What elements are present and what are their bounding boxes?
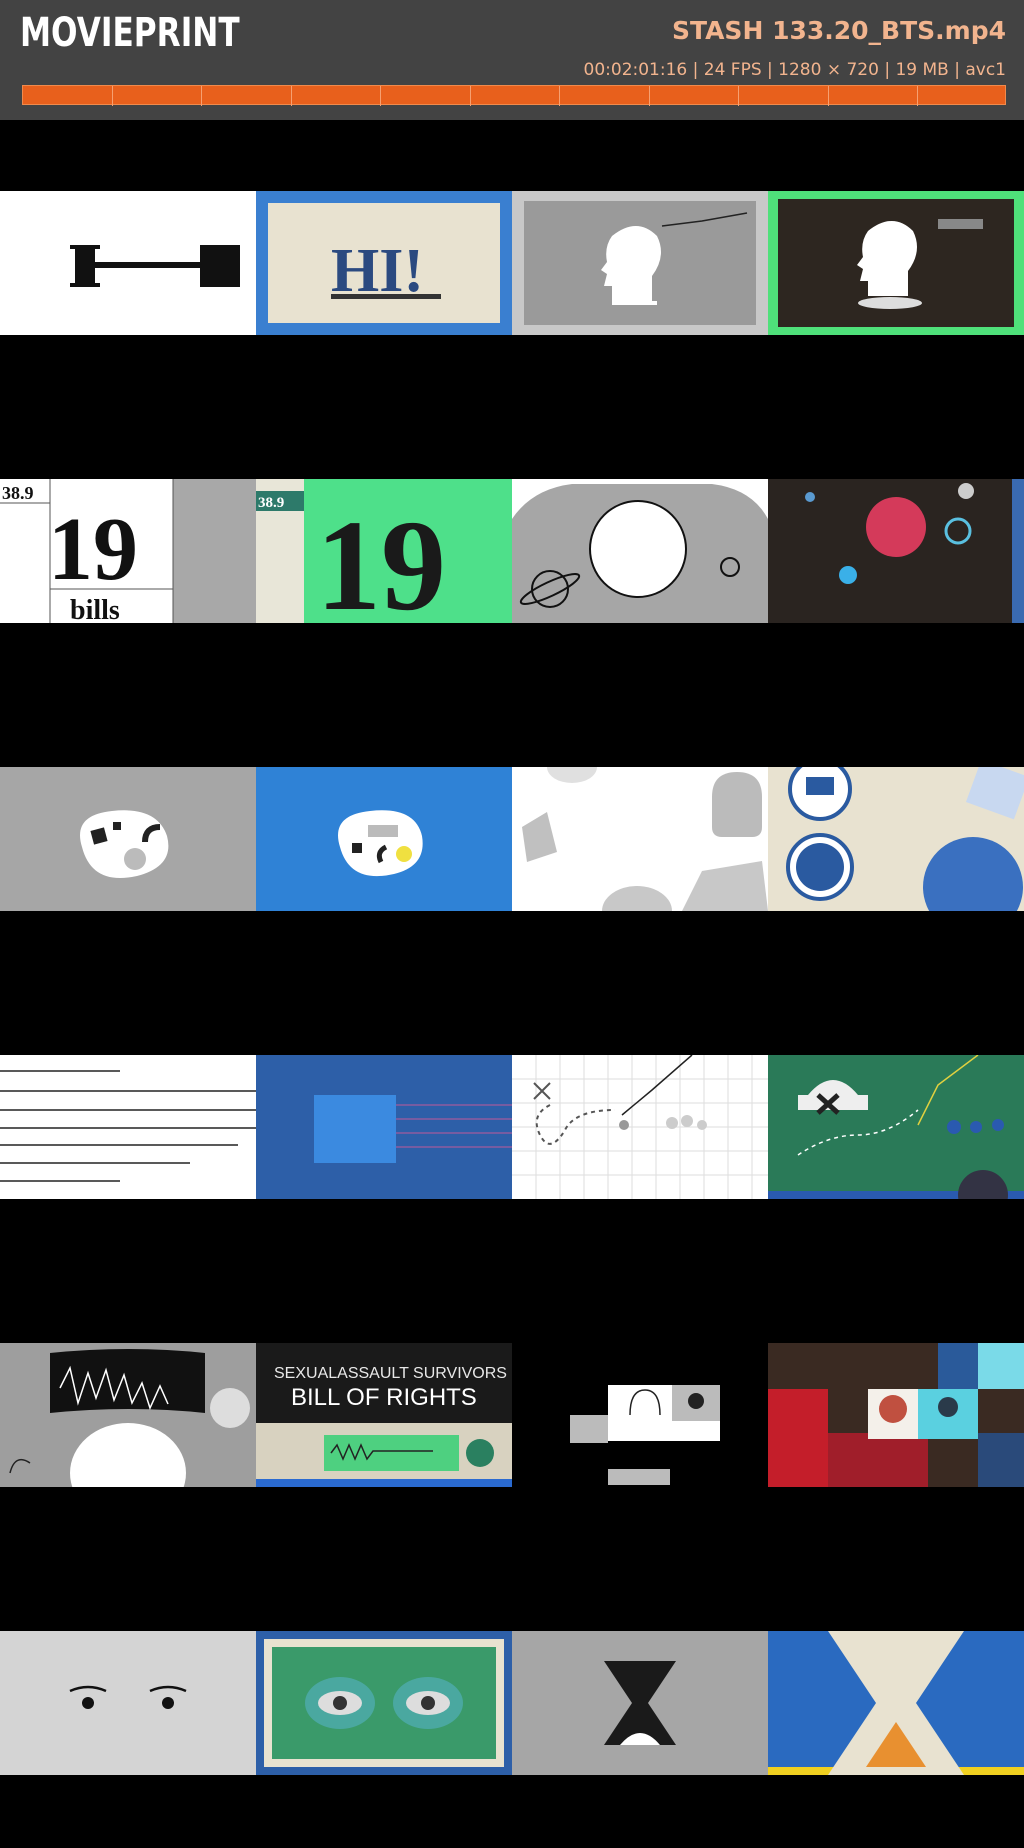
thumbnail-frame[interactable] xyxy=(256,1055,512,1199)
timeline-marker[interactable] xyxy=(291,86,292,106)
thumbnail-frame[interactable]: SEXUALASSAULT SURVIVORS BILL OF RIGHTS xyxy=(256,1343,512,1487)
thumbnail-frame[interactable] xyxy=(0,767,256,911)
thumbnail-text: 19 xyxy=(316,494,446,623)
timeline-marker[interactable] xyxy=(559,86,560,106)
thumbnail-frame[interactable] xyxy=(768,1631,1024,1775)
timeline-marker[interactable] xyxy=(738,86,739,106)
thumbnail-frame[interactable] xyxy=(0,1631,256,1775)
thumbnail-frame[interactable]: 38.9 19 bills xyxy=(0,479,256,623)
thumbnail-frame[interactable] xyxy=(512,191,768,335)
thumbnail-frame[interactable] xyxy=(512,767,768,911)
file-metadata: 00:02:01:16 | 24 FPS | 1280 × 720 | 19 M… xyxy=(583,60,1006,80)
timeline-marker[interactable] xyxy=(201,86,202,106)
thumbnail-frame[interactable] xyxy=(0,191,256,335)
file-name: STASH 133.20_BTS.mp4 xyxy=(671,16,1006,45)
timeline-marker[interactable] xyxy=(917,86,918,106)
thumbnail-frame[interactable] xyxy=(256,1631,512,1775)
app-logo: MOVIEPRINT xyxy=(20,10,240,56)
timeline-marker[interactable] xyxy=(112,86,113,106)
thumbnail-frame[interactable] xyxy=(768,479,1024,623)
thumbnail-frame[interactable] xyxy=(512,1631,768,1775)
thumbnail-frame[interactable]: 38.9 19 xyxy=(256,479,512,623)
thumbnail-frame[interactable] xyxy=(512,479,768,623)
thumbnail-text: 38.9 xyxy=(2,483,34,503)
thumbnail-frame[interactable] xyxy=(0,1055,256,1199)
thumbnail-frame[interactable] xyxy=(0,1343,256,1487)
thumbnail-frame[interactable] xyxy=(512,1055,768,1199)
thumbnail-text: SEXUALASSAULT SURVIVORS xyxy=(274,1365,507,1382)
timeline-marker[interactable] xyxy=(470,86,471,106)
thumbnail-text: bills xyxy=(70,595,120,623)
timeline-marker[interactable] xyxy=(828,86,829,106)
thumbnail-frame[interactable]: HI! xyxy=(256,191,512,335)
thumbnail-frame[interactable] xyxy=(768,191,1024,335)
thumbnail-frame[interactable] xyxy=(512,1343,768,1487)
thumbnail-text: 19 xyxy=(48,500,138,599)
thumbnail-frame[interactable] xyxy=(768,767,1024,911)
thumbnail-text: BILL OF RIGHTS xyxy=(291,1384,477,1411)
timeline-bar[interactable] xyxy=(22,85,1006,106)
thumbnail-frame[interactable] xyxy=(768,1055,1024,1199)
header-bar: MOVIEPRINT STASH 133.20_BTS.mp4 00:02:01… xyxy=(0,0,1024,120)
thumbnail-frame[interactable] xyxy=(768,1343,1024,1487)
timeline-marker[interactable] xyxy=(649,86,650,106)
thumbnail-frame[interactable] xyxy=(256,767,512,911)
timeline-marker[interactable] xyxy=(380,86,381,106)
thumbnail-text: 38.9 xyxy=(258,495,284,511)
